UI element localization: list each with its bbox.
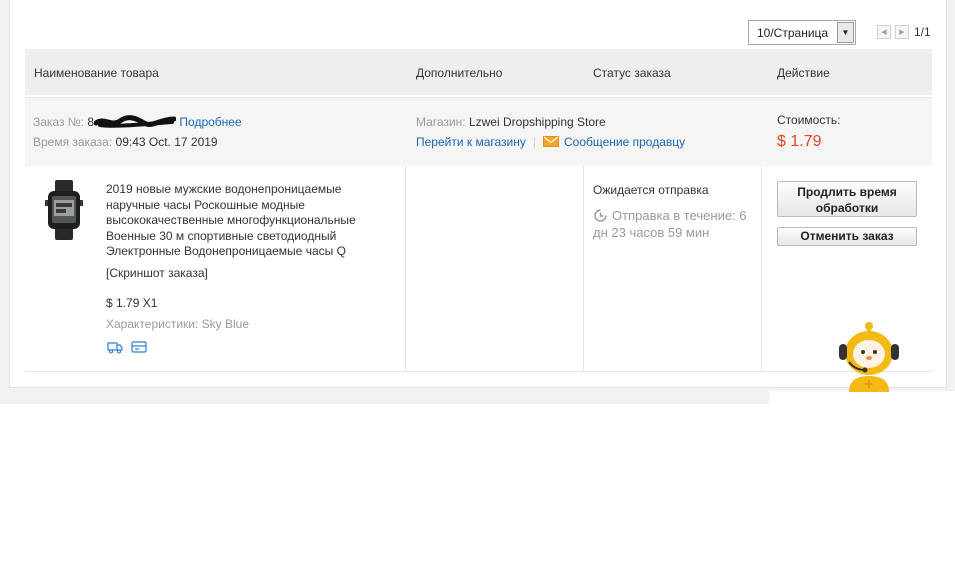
column-divider	[583, 166, 584, 372]
order-details-link[interactable]: Подробнее	[179, 115, 241, 129]
header-status: Статус заказа	[593, 66, 671, 80]
support-mascot-icon[interactable]	[835, 320, 903, 392]
product-price: $ 1.79 X1	[106, 296, 158, 310]
mail-icon	[543, 136, 559, 147]
order-time-label: Время заказа:	[33, 135, 113, 149]
order-number-label: Заказ №:	[33, 115, 85, 129]
message-seller-link[interactable]: Сообщение продавцу	[564, 135, 685, 149]
product-title[interactable]: 2019 новые мужские водонепроницаемые нар…	[106, 182, 386, 260]
page-count: 1/1	[914, 25, 931, 39]
column-divider	[761, 166, 762, 372]
shipping-countdown: Отправка в течение: 6 дн 23 часов 59 мин	[593, 207, 763, 241]
next-page-icon[interactable]: ▶	[895, 25, 909, 39]
order-number-value: 8	[87, 115, 95, 129]
header-additional: Дополнительно	[416, 66, 503, 80]
link-separator: |	[532, 135, 536, 149]
prev-page-icon[interactable]: ◀	[877, 25, 891, 39]
redaction-scribble	[94, 115, 177, 128]
payment-card-icon	[131, 341, 147, 353]
product-specs: Характеристики: Sky Blue	[106, 317, 249, 331]
per-page-value: 10/Страница	[757, 25, 829, 40]
page-background-cut	[769, 391, 955, 404]
cancel-order-button[interactable]: Отменить заказ	[777, 227, 917, 246]
dropdown-arrow-icon[interactable]: ▼	[837, 22, 854, 43]
clock-icon	[594, 209, 607, 222]
store-info: Магазин: Lzwei Dropshipping Store	[416, 115, 606, 129]
order-time-value: 09:43 Oct. 17 2019	[115, 135, 218, 149]
column-divider	[405, 166, 406, 372]
goto-store-link[interactable]: Перейти к магазину	[416, 135, 526, 149]
extend-processing-button[interactable]: Продлить время обработки	[777, 181, 917, 217]
header-product: Наименование товара	[34, 66, 159, 80]
store-label: Магазин:	[416, 115, 466, 129]
order-screenshot-link[interactable]: [Скриншот заказа]	[106, 266, 208, 280]
order-status: Ожидается отправка	[593, 183, 709, 197]
per-page-select[interactable]: 10/Страница ▼	[748, 20, 856, 45]
order-number: Заказ №: 8 Подробнее	[33, 115, 242, 129]
order-time: Время заказа: 09:43 Oct. 17 2019	[33, 135, 218, 149]
shipping-time-text: Отправка в течение: 6 дн 23 часов 59 мин	[593, 208, 747, 240]
delivery-truck-icon	[107, 342, 123, 354]
cost-label: Стоимость:	[777, 113, 841, 127]
header-action: Действие	[777, 66, 830, 80]
store-links: Перейти к магазину | Сообщение продавцу	[416, 135, 685, 149]
product-thumbnail[interactable]	[44, 180, 84, 240]
order-summary-row: Заказ №: 8 Подробнее Время заказа: 09:43…	[25, 97, 932, 166]
table-header: Наименование товара Дополнительно Статус…	[25, 49, 932, 95]
store-name: Lzwei Dropshipping Store	[468, 115, 606, 129]
cost-value: $ 1.79	[777, 133, 822, 150]
